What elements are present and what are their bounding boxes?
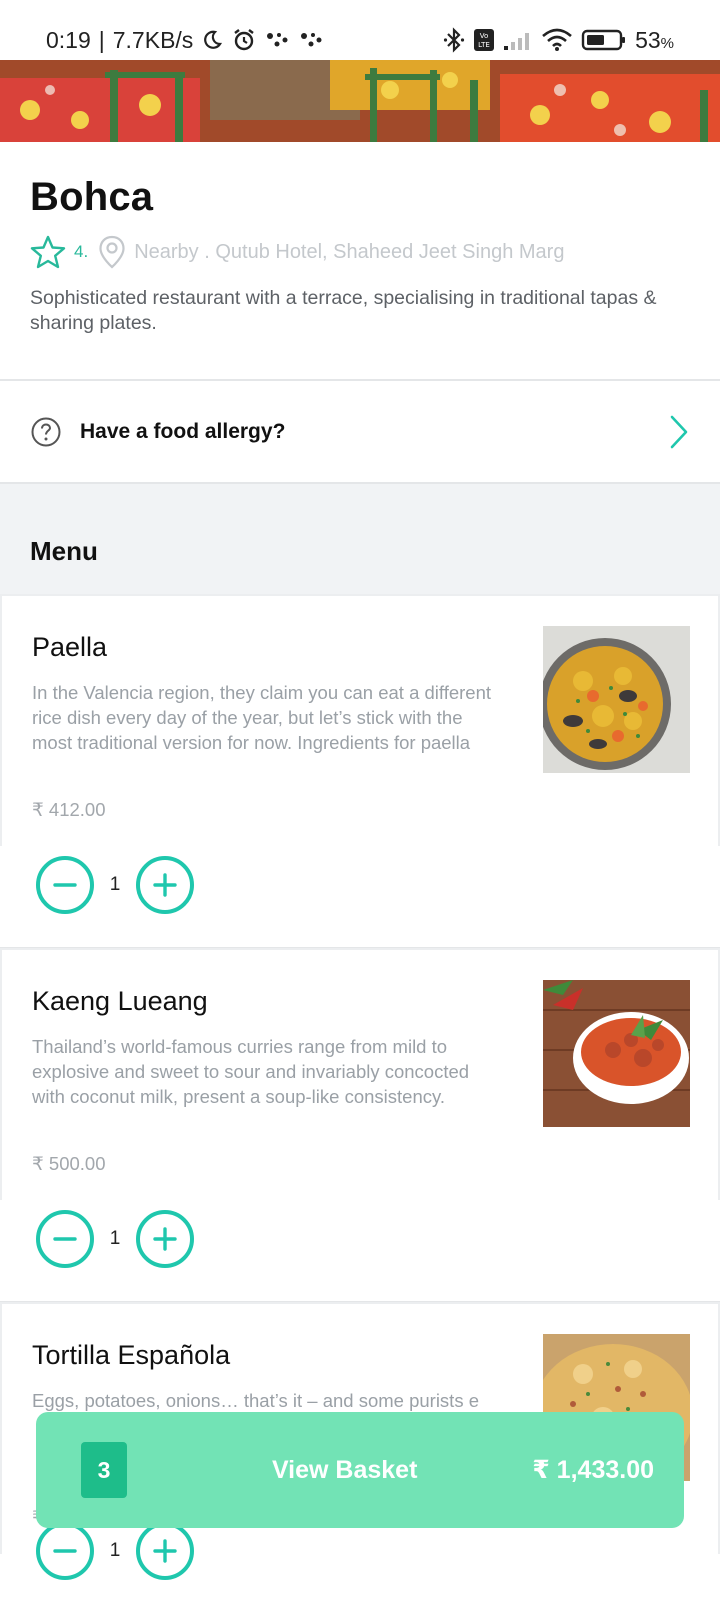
quantity-stepper: 1	[36, 856, 194, 914]
quantity-value: 1	[109, 1540, 121, 1561]
quantity-stepper: 1	[36, 1522, 194, 1580]
quantity-value: 1	[109, 874, 121, 895]
status-left: 0:19 | 7.7KB/s	[46, 27, 325, 54]
menu-title: Menu	[30, 536, 98, 566]
menu-item-image-kaeng-lueang	[543, 980, 690, 1127]
status-time: 0:19	[46, 26, 91, 53]
increment-button[interactable]	[136, 1522, 194, 1580]
volte-icon: Vo LTE	[473, 28, 495, 52]
status-network-speed: 7.7KB/s	[112, 26, 194, 53]
menu-item: Kaeng Lueang Thailand’s world-famous cur…	[0, 948, 720, 1302]
restaurant-name: Bohca	[30, 175, 154, 219]
plus-icon	[153, 873, 177, 897]
minus-icon	[53, 883, 77, 887]
restaurant-location: Nearby . Qutub Hotel, Shaheed Jeet Singh…	[134, 240, 565, 263]
menu-item-name: Kaeng Lueang	[32, 986, 208, 1016]
restaurant-info: Bohca 4. Nearby . Qutub Hotel, Shaheed J…	[0, 142, 720, 379]
menu-item-name: Paella	[32, 632, 108, 662]
plus-icon	[153, 1227, 177, 1251]
svg-text:Vo: Vo	[480, 32, 489, 40]
decrement-button[interactable]	[36, 1522, 94, 1580]
status-separator: |	[98, 26, 105, 53]
bluetooth-icon	[443, 27, 465, 53]
help-circle-icon	[30, 416, 62, 448]
menu-item-price: ₹ 500.00	[32, 1153, 106, 1174]
menu-item: Paella In the Valencia region, they clai…	[0, 594, 720, 948]
location-pin-icon	[98, 235, 126, 269]
food-allergy-label: Have a food allergy?	[80, 420, 286, 443]
increment-button[interactable]	[136, 1210, 194, 1268]
signal-icon	[503, 29, 533, 51]
menu-section-header: Menu	[0, 484, 720, 594]
status-right: Vo LTE 53%	[443, 27, 674, 54]
star-icon	[30, 235, 66, 269]
minus-icon	[53, 1549, 77, 1553]
svg-text:LTE: LTE	[478, 41, 490, 49]
quantity-value: 1	[109, 1228, 121, 1249]
decrement-button[interactable]	[36, 1210, 94, 1268]
moon-icon	[201, 29, 223, 51]
battery-icon	[581, 28, 627, 52]
alarm-icon	[231, 27, 257, 53]
menu-item-name: Tortilla Española	[32, 1340, 231, 1370]
food-allergy-row[interactable]: Have a food allergy?	[0, 381, 720, 483]
restaurant-meta: 4. Nearby . Qutub Hotel, Shaheed Jeet Si…	[30, 232, 690, 272]
increment-button[interactable]	[136, 856, 194, 914]
notification-dots-icon	[265, 30, 291, 50]
chevron-right-icon[interactable]	[668, 414, 690, 450]
basket-total: ₹ 1,433.00	[532, 1456, 654, 1484]
decrement-button[interactable]	[36, 856, 94, 914]
basket-item-count: 3	[81, 1442, 127, 1498]
menu-item-description: Eggs, potatoes, onions… that’s it – and …	[32, 1390, 479, 1411]
minus-icon	[53, 1237, 77, 1241]
view-basket-button[interactable]: 3 View Basket ₹ 1,433.00	[36, 1412, 684, 1528]
restaurant-hero-image	[0, 60, 720, 142]
restaurant-rating: 4.	[74, 242, 89, 261]
menu-item-description: Thailand’s world-famous curries range fr…	[32, 1036, 470, 1107]
notification-dots-icon-2	[299, 30, 325, 50]
menu-item-image-paella	[543, 626, 690, 773]
menu-item-description: In the Valencia region, they claim you c…	[32, 682, 492, 753]
wifi-icon	[541, 28, 573, 52]
battery-level: 53%	[635, 26, 674, 53]
restaurant-description: Sophisticated restaurant with a terrace,…	[30, 287, 657, 334]
plus-icon	[153, 1539, 177, 1563]
quantity-stepper: 1	[36, 1210, 194, 1268]
menu-item-price: ₹ 412.00	[32, 799, 106, 820]
view-basket-label: View Basket	[271, 1455, 418, 1484]
